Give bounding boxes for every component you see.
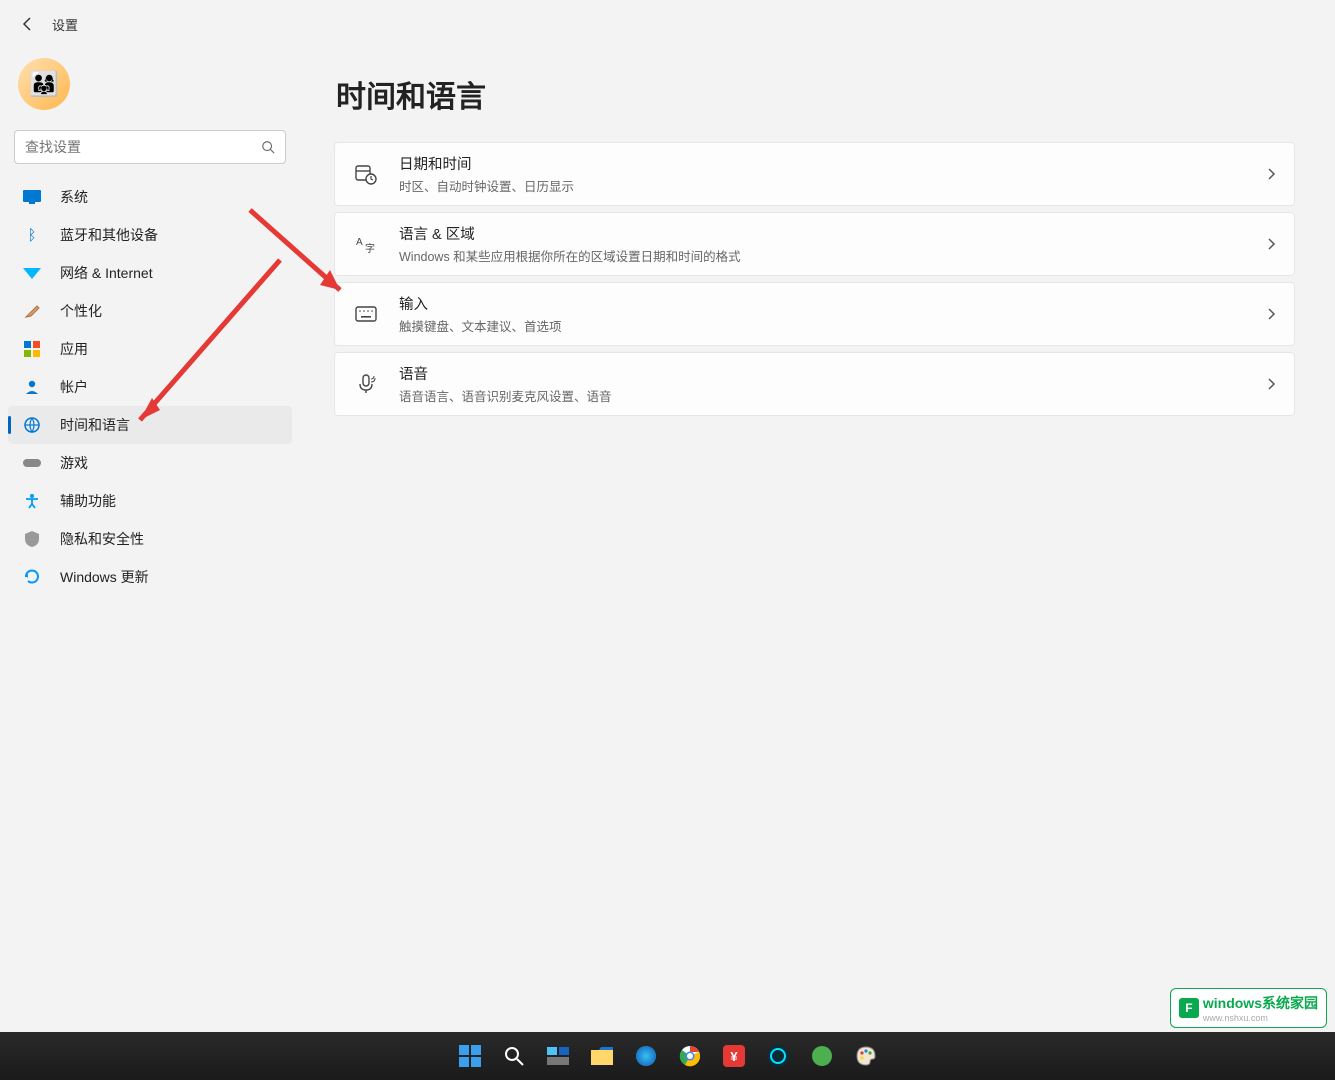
- calendar-clock-icon: [353, 161, 379, 187]
- shield-icon: [22, 529, 42, 549]
- accessibility-icon: [22, 491, 42, 511]
- sidebar-item-label: 系统: [60, 187, 278, 207]
- card-date-time[interactable]: 日期和时间 时区、自动时钟设置、日历显示: [334, 142, 1295, 206]
- sidebar-item-label: Windows 更新: [60, 567, 278, 587]
- mic-icon: [353, 371, 379, 397]
- sidebar-item-label: 应用: [60, 339, 278, 359]
- card-title: 语音: [399, 363, 1266, 384]
- sidebar-item-network[interactable]: 网络 & Internet: [8, 254, 292, 292]
- back-icon: [20, 16, 36, 32]
- sidebar-item-label: 时间和语言: [60, 415, 278, 435]
- card-desc: 时区、自动时钟设置、日历显示: [399, 176, 1266, 195]
- sidebar-item-label: 游戏: [60, 453, 278, 473]
- svg-text:字: 字: [365, 242, 375, 255]
- taskbar-start[interactable]: [450, 1036, 490, 1076]
- globe-clock-icon: [22, 415, 42, 435]
- taskbar-app-cyan[interactable]: [758, 1036, 798, 1076]
- nav-list: 系统 ᛒ 蓝牙和其他设备 网络 & Internet 个性化 应用 帐户: [4, 178, 296, 596]
- sidebar-item-accounts[interactable]: 帐户: [8, 368, 292, 406]
- sidebar-item-label: 帐户: [60, 377, 278, 397]
- window-header: 设置: [0, 0, 1335, 48]
- card-desc: Windows 和某些应用根据你所在的区域设置日期和时间的格式: [399, 246, 1266, 265]
- avatar-icon: 👨‍👩‍👧: [18, 58, 70, 110]
- sidebar-item-system[interactable]: 系统: [8, 178, 292, 216]
- watermark-icon: F: [1179, 998, 1199, 1018]
- card-title: 输入: [399, 293, 1266, 314]
- apps-icon: [22, 339, 42, 359]
- taskbar-app-red[interactable]: ¥: [714, 1036, 754, 1076]
- user-avatar-block[interactable]: 👨‍👩‍👧: [4, 48, 296, 130]
- card-title: 语言 & 区域: [399, 223, 1266, 244]
- taskbar-explorer[interactable]: [582, 1036, 622, 1076]
- sidebar-item-accessibility[interactable]: 辅助功能: [8, 482, 292, 520]
- sidebar-item-label: 隐私和安全性: [60, 529, 278, 549]
- game-icon: [22, 453, 42, 473]
- taskbar-paint[interactable]: [846, 1036, 886, 1076]
- card-desc: 语音语言、语音识别麦克风设置、语音: [399, 386, 1266, 405]
- watermark-brand: windows系统家园: [1203, 993, 1318, 1013]
- language-icon: A字: [353, 231, 379, 257]
- sidebar-item-label: 辅助功能: [60, 491, 278, 511]
- sidebar-item-personalization[interactable]: 个性化: [8, 292, 292, 330]
- update-icon: [22, 567, 42, 587]
- card-speech[interactable]: 语音 语音语言、语音识别麦克风设置、语音: [334, 352, 1295, 416]
- taskbar-edge[interactable]: [626, 1036, 666, 1076]
- person-icon: [22, 377, 42, 397]
- svg-text:A: A: [356, 237, 363, 248]
- sidebar-item-privacy[interactable]: 隐私和安全性: [8, 520, 292, 558]
- chevron-right-icon: [1266, 237, 1276, 251]
- taskbar-chrome[interactable]: [670, 1036, 710, 1076]
- search-input[interactable]: [25, 139, 261, 155]
- back-button[interactable]: [12, 8, 44, 40]
- card-title: 日期和时间: [399, 153, 1266, 174]
- taskbar: ¥: [0, 1032, 1335, 1080]
- chevron-right-icon: [1266, 307, 1276, 321]
- card-desc: 触摸键盘、文本建议、首选项: [399, 316, 1266, 335]
- monitor-icon: [22, 187, 42, 207]
- watermark-url: www.nshxu.com: [1203, 1013, 1318, 1023]
- wifi-icon: [22, 263, 42, 283]
- card-typing[interactable]: 输入 触摸键盘、文本建议、首选项: [334, 282, 1295, 346]
- search-box[interactable]: [14, 130, 286, 164]
- sidebar-item-update[interactable]: Windows 更新: [8, 558, 292, 596]
- sidebar: 👨‍👩‍👧 系统 ᛒ 蓝牙和其他设备 网络 & Internet: [0, 48, 300, 1032]
- sidebar-item-label: 网络 & Internet: [60, 263, 278, 283]
- brush-icon: [22, 301, 42, 321]
- page-title: 时间和语言: [334, 72, 1295, 116]
- chevron-right-icon: [1266, 377, 1276, 391]
- svg-text:¥: ¥: [730, 1049, 738, 1064]
- keyboard-icon: [353, 301, 379, 327]
- search-icon: [261, 140, 275, 154]
- sidebar-item-time-language[interactable]: 时间和语言: [8, 406, 292, 444]
- watermark: F windows系统家园 www.nshxu.com: [1170, 988, 1327, 1028]
- sidebar-item-bluetooth[interactable]: ᛒ 蓝牙和其他设备: [8, 216, 292, 254]
- sidebar-item-apps[interactable]: 应用: [8, 330, 292, 368]
- header-title: 设置: [52, 15, 78, 34]
- card-language-region[interactable]: A字 语言 & 区域 Windows 和某些应用根据你所在的区域设置日期和时间的…: [334, 212, 1295, 276]
- chevron-right-icon: [1266, 167, 1276, 181]
- sidebar-item-gaming[interactable]: 游戏: [8, 444, 292, 482]
- bluetooth-icon: ᛒ: [22, 225, 42, 245]
- sidebar-item-label: 个性化: [60, 301, 278, 321]
- main-content: 时间和语言 日期和时间 时区、自动时钟设置、日历显示 A字 语言 & 区域 Wi…: [300, 48, 1335, 1032]
- taskbar-search[interactable]: [494, 1036, 534, 1076]
- sidebar-item-label: 蓝牙和其他设备: [60, 225, 278, 245]
- taskbar-taskview[interactable]: [538, 1036, 578, 1076]
- taskbar-app-green[interactable]: [802, 1036, 842, 1076]
